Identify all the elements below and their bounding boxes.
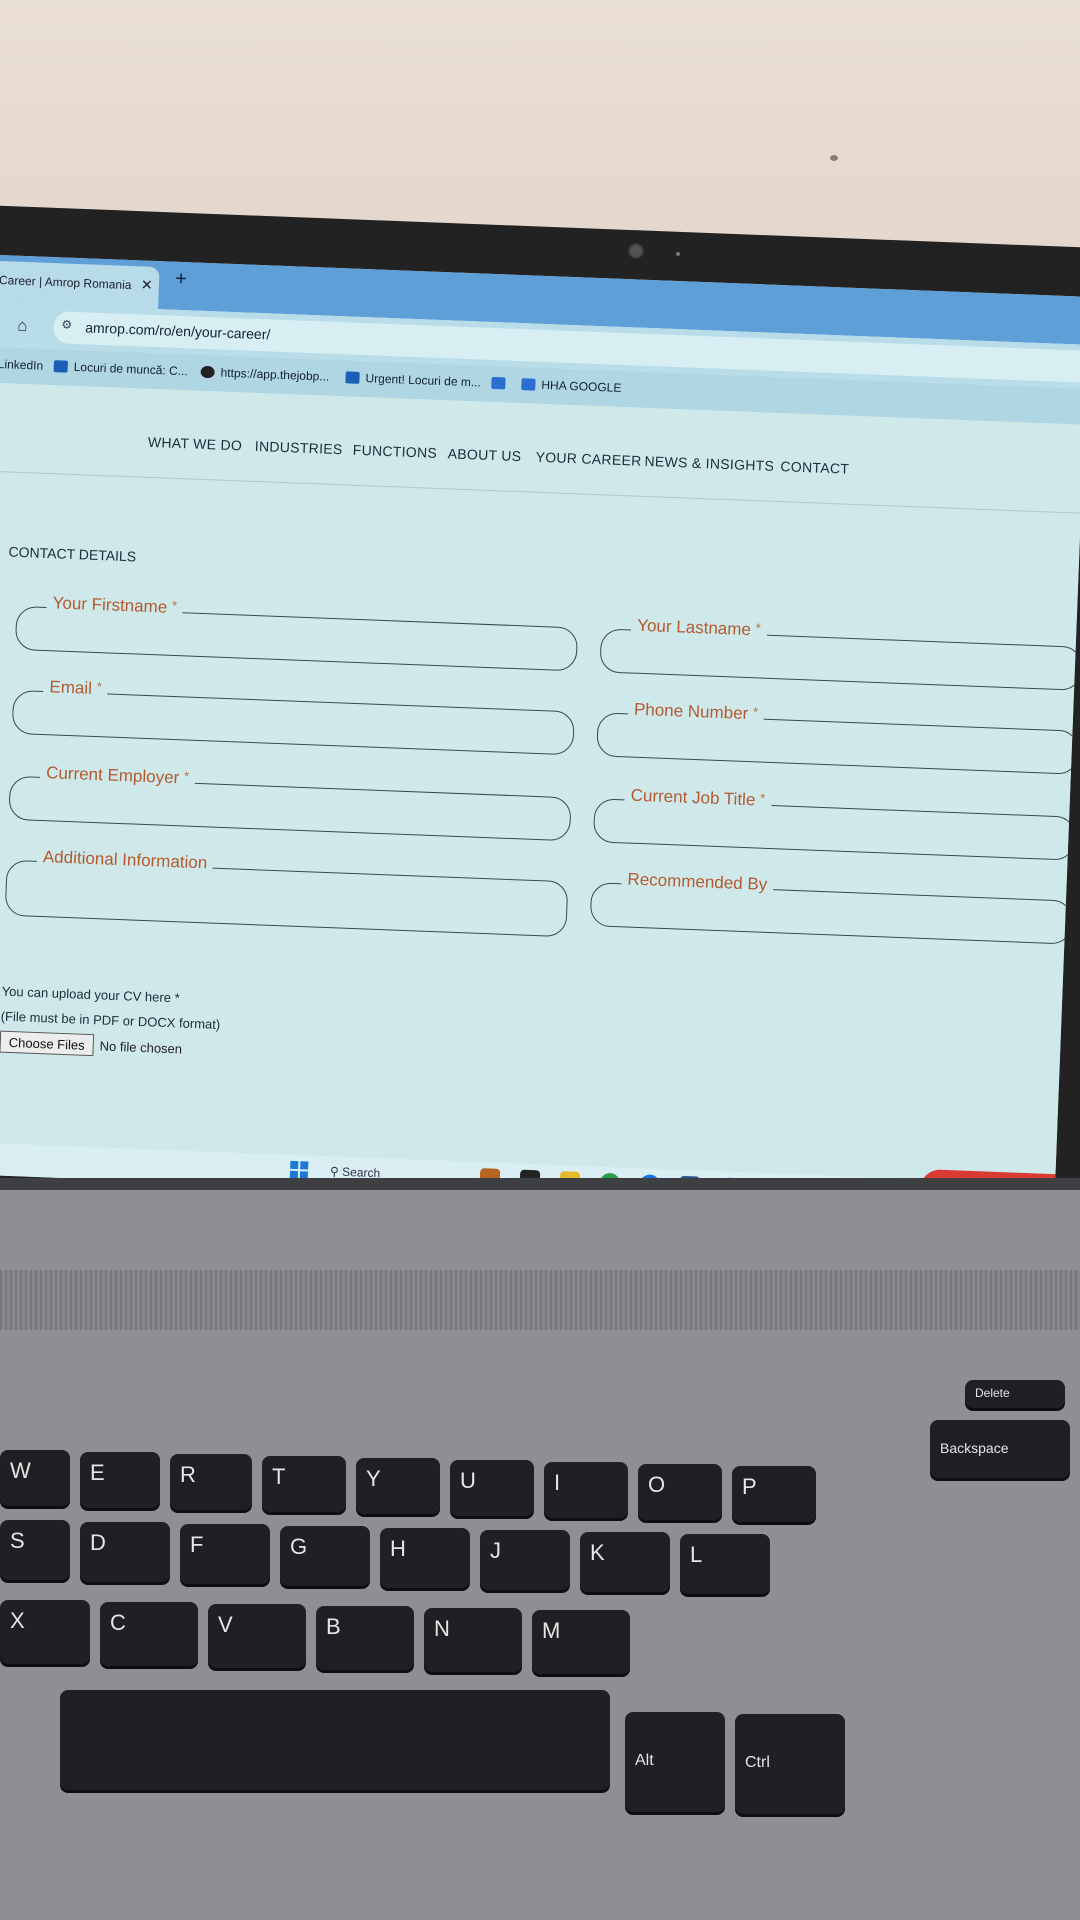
email-field[interactable] <box>11 689 575 756</box>
employer-input[interactable] <box>33 781 547 838</box>
webcam-icon <box>628 243 644 259</box>
key-c[interactable]: C <box>100 1602 198 1666</box>
job-title-field[interactable] <box>592 798 1077 861</box>
key-backspace[interactable]: Backspace <box>930 1420 1070 1478</box>
flag-icon <box>345 371 360 384</box>
key-alt[interactable]: Alt <box>625 1712 725 1812</box>
recommended-by-field[interactable] <box>589 882 1074 945</box>
bookmark-icon <box>521 378 536 391</box>
speaker-grille <box>0 1270 1080 1330</box>
key-v[interactable]: V <box>208 1604 306 1668</box>
key-w[interactable]: W <box>0 1450 70 1506</box>
key-s[interactable]: S <box>0 1520 70 1580</box>
key-j[interactable]: J <box>480 1530 570 1590</box>
nav-news-insights[interactable]: NEWS & INSIGHTS <box>644 453 774 474</box>
nav-what-we-do[interactable]: WHAT WE DO <box>148 434 243 454</box>
key-l[interactable]: L <box>680 1534 770 1594</box>
nav-your-career[interactable]: YOUR CAREER <box>535 449 642 469</box>
key-k[interactable]: K <box>580 1532 670 1592</box>
web-page: WHAT WE DO INDUSTRIES FUNCTIONS ABOUT US… <box>0 382 1080 1215</box>
globe-icon <box>200 365 215 379</box>
windows-start-icon[interactable] <box>289 1160 309 1180</box>
bookmark-locuri[interactable]: Locuri de muncă: C... <box>53 359 188 378</box>
email-input[interactable] <box>36 695 550 752</box>
key-m[interactable]: M <box>532 1610 630 1674</box>
nav-divider <box>0 470 1080 514</box>
key-i[interactable]: I <box>544 1462 628 1518</box>
bookmark-urgent[interactable]: Urgent! Locuri de m... <box>345 370 481 390</box>
additional-info-input[interactable] <box>30 865 544 922</box>
email-label: Email * <box>43 676 109 700</box>
key-x[interactable]: X <box>0 1600 90 1664</box>
bookmark-linkedin[interactable]: LinkedIn <box>0 357 43 373</box>
nav-about-us[interactable]: ABOUT US <box>447 445 521 464</box>
key-d[interactable]: D <box>80 1522 170 1582</box>
key-u[interactable]: U <box>450 1460 534 1516</box>
firstname-input[interactable] <box>39 611 553 668</box>
site-settings-icon[interactable]: ⚙ <box>61 317 72 331</box>
key-r[interactable]: R <box>170 1454 252 1510</box>
key-h[interactable]: H <box>380 1528 470 1588</box>
recommended-by-input[interactable] <box>614 888 1048 941</box>
section-title: CONTACT DETAILS <box>8 543 137 565</box>
browser-tab[interactable]: Career | Amrop Romania ✕ <box>0 260 160 310</box>
key-delete[interactable]: Delete <box>965 1380 1065 1408</box>
webcam-led <box>676 252 680 256</box>
additional-info-field[interactable] <box>4 859 569 938</box>
key-o[interactable]: O <box>638 1464 722 1520</box>
key-f[interactable]: F <box>180 1524 270 1584</box>
phone-input[interactable] <box>621 718 1055 771</box>
no-file-text: No file chosen <box>99 1038 183 1057</box>
upload-label: You can upload your CV here * <box>1 983 180 1006</box>
close-icon[interactable]: ✕ <box>141 276 153 293</box>
phone-field[interactable] <box>596 712 1080 775</box>
job-title-input[interactable] <box>617 804 1052 857</box>
key-n[interactable]: N <box>424 1608 522 1672</box>
choose-files-button[interactable]: Choose Files <box>0 1030 95 1057</box>
key-ctrl[interactable]: Ctrl <box>735 1714 845 1814</box>
app-icon <box>491 376 506 390</box>
key-g[interactable]: G <box>280 1526 370 1586</box>
tab-title: Career | Amrop Romania <box>0 272 132 293</box>
wall-mark <box>830 155 838 161</box>
nav-industries[interactable]: INDUSTRIES <box>255 438 343 457</box>
nav-functions[interactable]: FUNCTIONS <box>352 442 437 461</box>
key-space[interactable] <box>60 1690 610 1790</box>
bookmark-hha-google[interactable]: HHA GOOGLE <box>521 377 622 395</box>
nav-contact[interactable]: CONTACT <box>780 458 849 477</box>
bookmark-thejobp[interactable]: https://app.thejobp... <box>200 365 330 384</box>
laptop-screen: Career | Amrop Romania ✕ + ⌂ ⚙ amrop.com… <box>0 255 1080 1217</box>
key-y[interactable]: Y <box>356 1458 440 1514</box>
lastname-input[interactable] <box>624 634 1058 687</box>
flag-icon <box>53 360 68 373</box>
key-e[interactable]: E <box>80 1452 160 1508</box>
upload-hint: (File must be in PDF or DOCX format) <box>0 1008 221 1033</box>
key-p[interactable]: P <box>732 1466 816 1522</box>
employer-field[interactable] <box>8 775 572 842</box>
key-b[interactable]: B <box>316 1606 414 1670</box>
lastname-field[interactable] <box>599 628 1080 691</box>
new-tab-button[interactable]: + <box>175 268 188 291</box>
bookmark-icon-tile[interactable] <box>491 376 512 391</box>
key-t[interactable]: T <box>262 1456 346 1512</box>
firstname-field[interactable] <box>14 605 579 672</box>
home-icon[interactable]: ⌂ <box>17 316 28 336</box>
